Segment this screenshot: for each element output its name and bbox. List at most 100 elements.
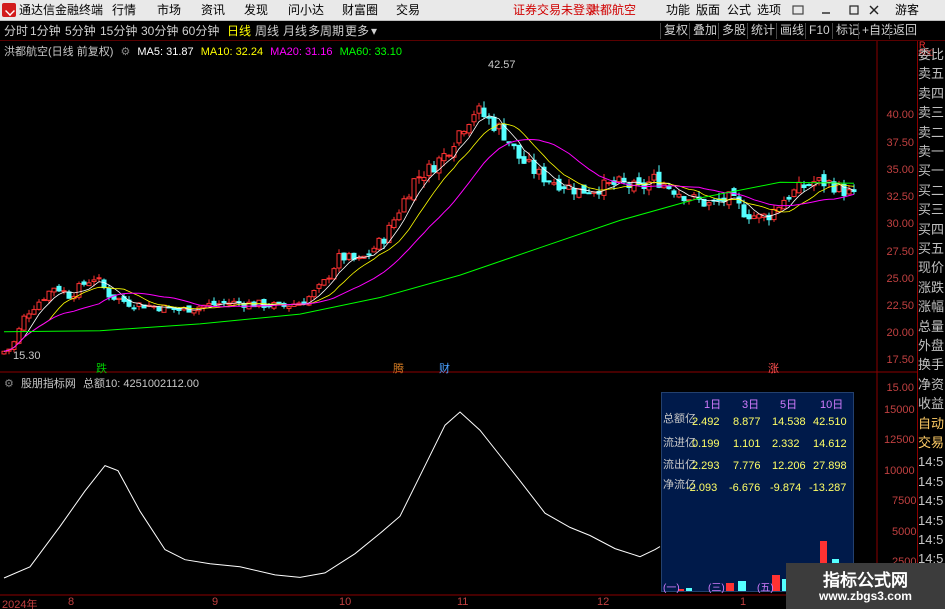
period-daily[interactable]: 日线 [227,24,251,38]
user-label[interactable]: 游客 [895,3,919,17]
candle-body [146,304,152,307]
candle-body [196,306,202,312]
duogu-button[interactable]: 多股 [718,23,749,39]
side-label: 买四 [918,221,945,237]
candle-body [751,215,757,220]
candle-body [616,176,622,183]
period-15min[interactable]: 15分钟 [100,24,137,38]
ma60-readout: MA60: 33.10 [339,46,402,58]
price-tick: 20.00 [886,327,914,339]
more-dropdown-icon[interactable]: ▾ [371,24,377,38]
settings-icon[interactable]: ⚙ [120,46,130,58]
period-60min[interactable]: 60分钟 [182,24,219,38]
menu-gongshi[interactable]: 公式 [727,3,751,17]
candle-body [811,181,817,187]
side-label: 卖三 [918,105,945,121]
candle-body [321,279,327,286]
menu-zixun[interactable]: 资讯 [201,3,225,17]
stock-name-title: 洪都航空 [588,3,637,17]
minimize-icon[interactable] [818,2,834,18]
candle-body [491,116,497,131]
menu-gongneng[interactable]: 功能 [666,3,690,17]
period-more[interactable]: 更多 [345,24,369,38]
menu-faxian[interactable]: 发现 [244,3,268,17]
menu-banmian[interactable]: 版面 [696,3,720,17]
candle-body [431,165,437,173]
login-status[interactable]: 证券交易未登录 [513,3,597,17]
menu-xuanxiang[interactable]: 选项 [757,3,781,17]
app-logo-icon [2,3,16,17]
candle-body [521,156,527,164]
main-chart-title: 洪都航空(日线 前复权) [4,46,114,58]
period-fenshi[interactable]: 分时 [4,24,28,38]
period-1min[interactable]: 1分钟 [30,24,61,38]
skin-icon[interactable] [790,2,806,18]
candle-body [581,184,587,194]
menu-wenxiaoda[interactable]: 问小达 [288,3,324,17]
side-label: 买二 [918,182,945,198]
restore-icon[interactable] [846,2,862,18]
side-label: 委比 [918,47,945,62]
date-tick: 8 [68,596,75,608]
candle-body [706,202,712,206]
candle-body [51,287,57,293]
sub-chart-header: ⚙ 股朋指标网 总额10: 4251002112.00 [4,375,203,391]
marker-cai[interactable]: 财 [439,360,450,376]
candle-body [816,177,822,181]
candle-body [101,279,107,289]
diejia-button[interactable]: 叠加 [689,23,720,39]
candle-body [371,247,377,253]
moving-average-line [3,181,855,333]
candle-body [211,300,217,306]
candle-body [166,306,172,309]
period-toolbar: 分时 1分钟 5分钟 15分钟 30分钟 60分钟 日线 周线 月线 多周期 更… [0,21,945,41]
moving-average-line [3,138,855,352]
marker-zhang[interactable]: 涨 [768,360,779,376]
period-multi[interactable]: 多周期 [308,24,344,38]
candle-body [826,180,832,184]
sub-settings-icon[interactable]: ⚙ [4,378,14,390]
candle-body [571,187,577,195]
candle-body [61,290,67,293]
candle-body [241,303,247,308]
candle-body [481,107,487,118]
marker-die[interactable]: 跌 [96,360,107,376]
candle-body [291,303,297,307]
fuquan-button[interactable]: 复权 [660,23,691,39]
marker-teng[interactable]: 腾 [393,360,404,376]
side-label: 自动 [918,415,945,431]
price-tick: 17.50 [886,354,914,366]
candle-body [141,304,147,309]
menu-shichang[interactable]: 市场 [157,3,181,17]
period-weekly[interactable]: 周线 [255,24,279,38]
tongji-button[interactable]: 统计 [747,23,778,39]
candle-body [606,182,612,185]
candle-body [301,301,307,305]
back-button[interactable]: 返回 [889,23,920,39]
candle-body [156,306,162,312]
candle-body [451,146,457,158]
period-monthly[interactable]: 月线 [283,24,307,38]
candle-body [611,180,617,185]
period-30min[interactable]: 30分钟 [141,24,178,38]
candle-body [186,305,192,313]
candle-body [411,178,417,201]
period-5min[interactable]: 5分钟 [65,24,96,38]
candle-body [676,193,682,198]
candle-body [111,294,117,300]
menu-caifuquan[interactable]: 财富圈 [342,3,378,17]
menu-hangqing[interactable]: 行情 [112,3,136,17]
huaxian-button[interactable]: 画线 [776,23,807,39]
f10-button[interactable]: F10 [805,23,833,39]
candle-body [296,302,302,306]
total-amount-readout: 总额10: 4251002112.00 [83,378,199,390]
side-label: 14:5 [918,473,944,489]
candle-body [386,224,392,244]
side-label: 卖一 [918,144,945,159]
close-icon[interactable] [866,2,882,18]
candle-body [851,189,857,193]
amount-tick: 10000 [884,465,915,477]
candle-body [576,188,582,198]
app-title: 通达信金融终端 [19,3,104,17]
menu-jiaoyi[interactable]: 交易 [396,3,420,17]
